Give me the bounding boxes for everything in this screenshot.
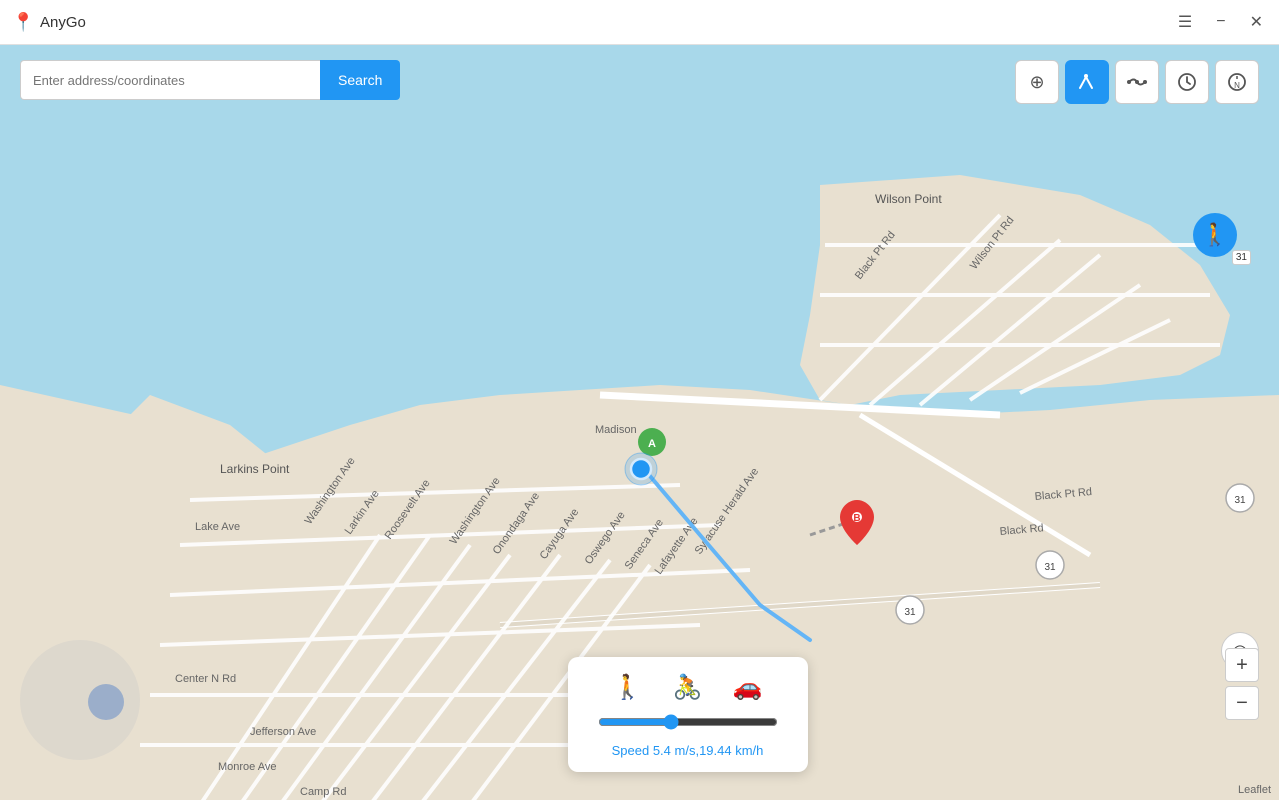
history-button[interactable]	[1165, 60, 1209, 104]
svg-text:Center N Rd: Center N Rd	[175, 673, 236, 685]
svg-text:Monroe Ave: Monroe Ave	[218, 761, 277, 773]
search-button[interactable]: Search	[320, 60, 400, 100]
svg-text:N: N	[1234, 81, 1240, 90]
compass-button[interactable]: N	[1215, 60, 1259, 104]
svg-text:Madison: Madison	[595, 424, 637, 436]
toolbar: ⊕ N	[1015, 60, 1259, 104]
svg-text:Wilson Point: Wilson Point	[875, 192, 942, 206]
map-container: 31 31 31 31 Washington Ave Larkin Ave Ro…	[0, 45, 1279, 800]
zoom-out-button[interactable]: −	[1225, 686, 1259, 720]
walker-badge: 31	[1232, 250, 1251, 265]
zoom-in-button[interactable]: +	[1225, 648, 1259, 682]
svg-text:31: 31	[904, 607, 916, 618]
leaflet-credit: Leaflet	[1238, 784, 1271, 796]
bike-mode-button[interactable]: 🚴	[665, 671, 711, 704]
svg-text:A: A	[648, 438, 656, 450]
svg-text:Larkins Point: Larkins Point	[220, 462, 290, 476]
svg-text:31: 31	[1044, 562, 1056, 573]
speed-display: Speed 5.4 m/s,19.44 km/h	[598, 743, 778, 758]
app-title: AnyGo	[40, 14, 86, 31]
zoom-controls: + −	[1225, 648, 1259, 720]
multipoint-button[interactable]	[1115, 60, 1159, 104]
titlebar-controls: ☰ − ✕	[1174, 10, 1267, 34]
speed-panel: 🚶 🚴 🚗 Speed 5.4 m/s,19.44 km/h	[568, 657, 808, 772]
speed-value: 5.4 m/s,19.44 km/h	[653, 743, 764, 758]
walker-mode-icon[interactable]: 🚶	[1193, 213, 1237, 257]
crosshair-button[interactable]: ⊕	[1015, 60, 1059, 104]
svg-text:B: B	[853, 513, 860, 524]
car-mode-button[interactable]: 🚗	[725, 671, 771, 704]
svg-text:Lake Ave: Lake Ave	[195, 521, 240, 533]
speed-value-colored: 5.4 m/s,19.44 km/h	[653, 743, 764, 758]
speed-slider-row	[598, 714, 778, 735]
route-button[interactable]	[1065, 60, 1109, 104]
titlebar-left: 📍 AnyGo	[12, 12, 86, 32]
joystick-outer	[20, 640, 140, 760]
svg-text:31: 31	[1234, 495, 1246, 506]
walk-mode-button[interactable]: 🚶	[605, 671, 651, 704]
searchbar: Search	[20, 60, 400, 100]
minimize-button[interactable]: −	[1212, 11, 1229, 33]
titlebar: 📍 AnyGo ☰ − ✕	[0, 0, 1279, 45]
svg-text:Camp Rd: Camp Rd	[300, 786, 346, 798]
menu-button[interactable]: ☰	[1174, 10, 1196, 34]
joystick[interactable]	[20, 640, 140, 760]
search-input[interactable]	[20, 60, 320, 100]
app-logo-icon: 📍	[12, 12, 32, 32]
speed-label: Speed	[612, 743, 650, 758]
svg-text:Jefferson Ave: Jefferson Ave	[250, 726, 316, 738]
close-button[interactable]: ✕	[1246, 10, 1267, 34]
speed-slider-input[interactable]	[598, 714, 778, 730]
joystick-inner	[88, 684, 124, 720]
transport-mode-selector: 🚶 🚴 🚗	[598, 671, 778, 704]
